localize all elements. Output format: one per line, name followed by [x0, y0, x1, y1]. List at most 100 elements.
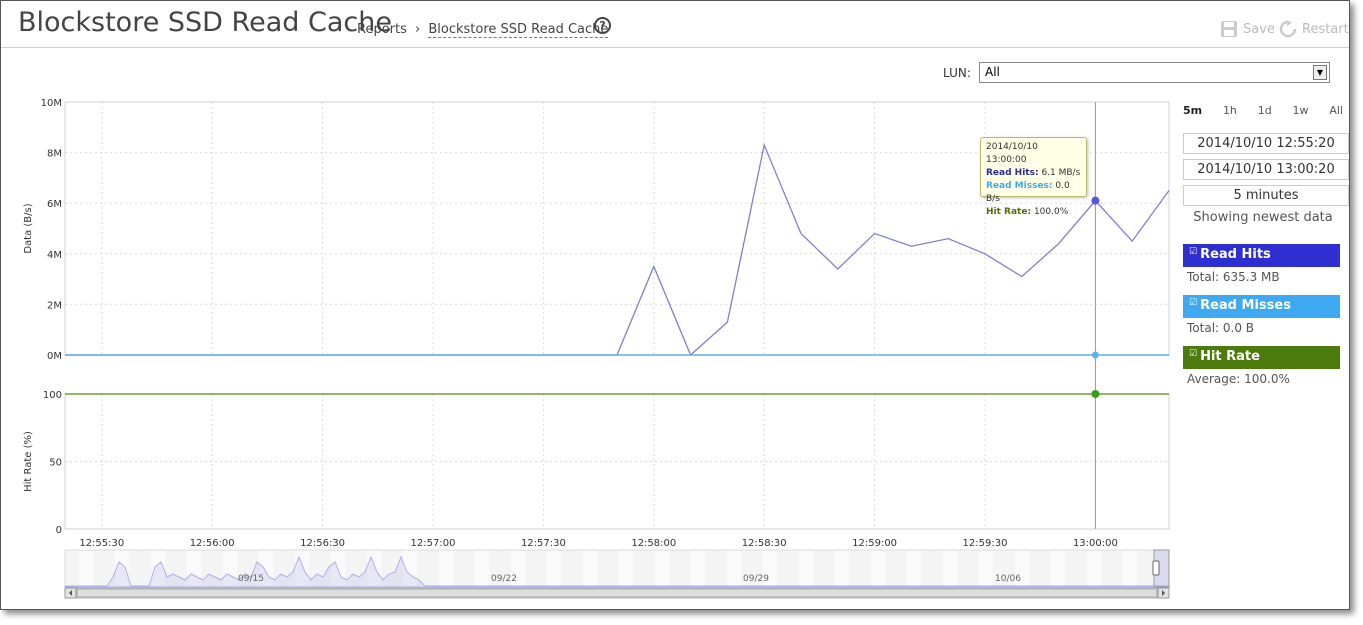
- navigator-band: [871, 551, 885, 586]
- navigator-band: [439, 551, 453, 586]
- y-tick-label: 4M: [47, 250, 62, 261]
- help-icon[interactable]: ?: [594, 17, 611, 34]
- marker-read-hits: [1091, 196, 1100, 205]
- navigator-band: [691, 551, 705, 586]
- breadcrumb-reports-link[interactable]: Reports: [357, 22, 407, 37]
- save-label: Save: [1243, 21, 1275, 37]
- data-status: Showing newest data: [1193, 210, 1333, 225]
- navigator-band: [1123, 551, 1137, 586]
- y-tick-label: 0M: [47, 351, 62, 362]
- navigator-band: [619, 551, 633, 586]
- range-5m[interactable]: 5m: [1183, 104, 1202, 117]
- marker-hit-rate: [1091, 390, 1100, 398]
- lun-selected-value: All: [985, 65, 1000, 79]
- x-tick-label: 12:55:30: [79, 538, 124, 549]
- y-tick-label: 50: [49, 458, 62, 469]
- breadcrumb-separator: ›: [415, 22, 421, 37]
- navigator-date-label: 09/22: [491, 574, 517, 584]
- navigator-band: [727, 551, 741, 586]
- navigator-band: [907, 551, 921, 586]
- duration-field[interactable]: 5 minutes: [1183, 185, 1349, 206]
- tooltip-read-hits-value: 6.1 MB/s: [1041, 168, 1081, 178]
- range-1d[interactable]: 1d: [1258, 104, 1272, 117]
- chart-tooltip: 2014/10/10 13:00:00 Read Hits: 6.1 MB/s …: [980, 137, 1087, 217]
- marker-read-misses: [1091, 351, 1099, 359]
- start-time-field[interactable]: 2014/10/10 12:55:20: [1183, 133, 1349, 154]
- breadcrumb-current[interactable]: Blockstore SSD Read Cache: [428, 22, 609, 38]
- y-tick-label: 8M: [47, 149, 62, 160]
- report-window: Blockstore SSD Read Cache Reports › Bloc…: [0, 0, 1350, 610]
- navigator-scrollbar-thumb: [76, 588, 1158, 598]
- tooltip-read-misses: Read Misses: 0.0 B/s: [986, 180, 1081, 206]
- restart-button[interactable]: Restart: [1279, 20, 1349, 38]
- tooltip-read-misses-label: Read Misses:: [986, 181, 1053, 191]
- x-tick-label: 12:56:30: [300, 538, 345, 549]
- dropdown-arrow-icon[interactable]: ▼: [1313, 65, 1327, 80]
- navigator-band: [835, 551, 849, 586]
- range-1h[interactable]: 1h: [1223, 104, 1237, 117]
- navigator-handle-icon: [1152, 560, 1160, 576]
- y-tick-label: 10M: [41, 98, 62, 109]
- range-buttons: 5m 1h 1d 1w All: [1183, 104, 1343, 117]
- x-tick-label: 12:56:00: [190, 538, 235, 549]
- restart-icon: [1279, 20, 1297, 38]
- legend-read-misses-label: Read Misses: [1200, 298, 1291, 313]
- legend-hit-rate-label: Hit Rate: [1200, 349, 1260, 364]
- restart-label: Restart: [1302, 21, 1349, 37]
- checkbox-icon: ☑: [1189, 349, 1198, 359]
- y-axis-label-data: Data (B/s): [23, 203, 34, 253]
- navigator-band: [943, 551, 957, 586]
- legend-read-misses-total: Total: 0.0 B: [1187, 321, 1255, 335]
- x-tick-label: 12:59:00: [852, 538, 897, 549]
- tooltip-hit-rate-value: 100.0%: [1033, 207, 1069, 217]
- lun-label: LUN:: [943, 66, 971, 80]
- range-1w[interactable]: 1w: [1293, 104, 1309, 117]
- navigator-band: [799, 551, 813, 586]
- tooltip-hit-rate: Hit Rate: 100.0%: [986, 206, 1081, 219]
- navigator-date-label: 10/06: [995, 574, 1021, 584]
- navigator-band: [655, 551, 669, 586]
- x-tick-label: 12:57:00: [411, 538, 456, 549]
- save-button[interactable]: Save: [1220, 20, 1275, 38]
- y-tick-label: 6M: [47, 199, 62, 210]
- navigator-date-label: 09/15: [238, 574, 264, 584]
- x-tick-label: 12:59:30: [963, 538, 1008, 549]
- checkbox-icon: ☑: [1189, 298, 1198, 308]
- x-tick-label: 12:58:00: [631, 538, 676, 549]
- checkbox-icon: ☑: [1189, 247, 1198, 257]
- time-navigator[interactable]: 09/15 09/22 09/29 10/06: [64, 549, 1170, 599]
- tooltip-read-hits-label: Read Hits:: [986, 168, 1039, 178]
- navigator-band: [979, 551, 993, 586]
- navigator-band: [547, 551, 561, 586]
- legend-read-hits-total: Total: 635.3 MB: [1187, 270, 1280, 284]
- y-tick-label: 100: [43, 390, 62, 401]
- legend-hit-rate[interactable]: ☑ Hit Rate: [1183, 346, 1340, 369]
- page-header: Blockstore SSD Read Cache Reports › Bloc…: [1, 1, 1349, 48]
- tooltip-time: 2014/10/10 13:00:00: [986, 142, 1038, 165]
- tick-labels: 12:55:30 12:56:00 12:56:30 12:57:00 12:57:30…: [23, 98, 1118, 549]
- end-time-field[interactable]: 2014/10/10 13:00:20: [1183, 159, 1349, 180]
- legend-hit-rate-average: Average: 100.0%: [1187, 372, 1290, 386]
- tooltip-hit-rate-label: Hit Rate:: [986, 207, 1032, 217]
- legend-read-hits-label: Read Hits: [1200, 247, 1271, 262]
- navigator-band: [79, 551, 93, 586]
- y-tick-label: 0: [56, 525, 62, 536]
- breadcrumb: Reports › Blockstore SSD Read Cache: [357, 22, 609, 38]
- save-icon: [1221, 21, 1237, 37]
- x-tick-label: 13:00:00: [1073, 538, 1118, 549]
- y-axis-label-hit-rate: Hit Rate (%): [23, 431, 34, 492]
- legend-read-misses[interactable]: ☑ Read Misses: [1183, 295, 1340, 318]
- y-tick-label: 2M: [47, 300, 62, 311]
- navigator-band: [583, 551, 597, 586]
- x-tick-label: 12:57:30: [521, 538, 566, 549]
- lun-select[interactable]: All ▼: [979, 62, 1330, 83]
- x-tick-label: 12:58:30: [742, 538, 787, 549]
- navigator-date-label: 09/29: [743, 574, 769, 584]
- range-all[interactable]: All: [1329, 104, 1343, 117]
- page-title: Blockstore SSD Read Cache: [18, 7, 392, 38]
- navigator-band: [475, 551, 489, 586]
- navigator-band: [1087, 551, 1101, 586]
- tooltip-read-hits: Read Hits: 6.1 MB/s: [986, 167, 1081, 180]
- navigator-band: [1051, 551, 1065, 586]
- legend-read-hits[interactable]: ☑ Read Hits: [1183, 244, 1340, 267]
